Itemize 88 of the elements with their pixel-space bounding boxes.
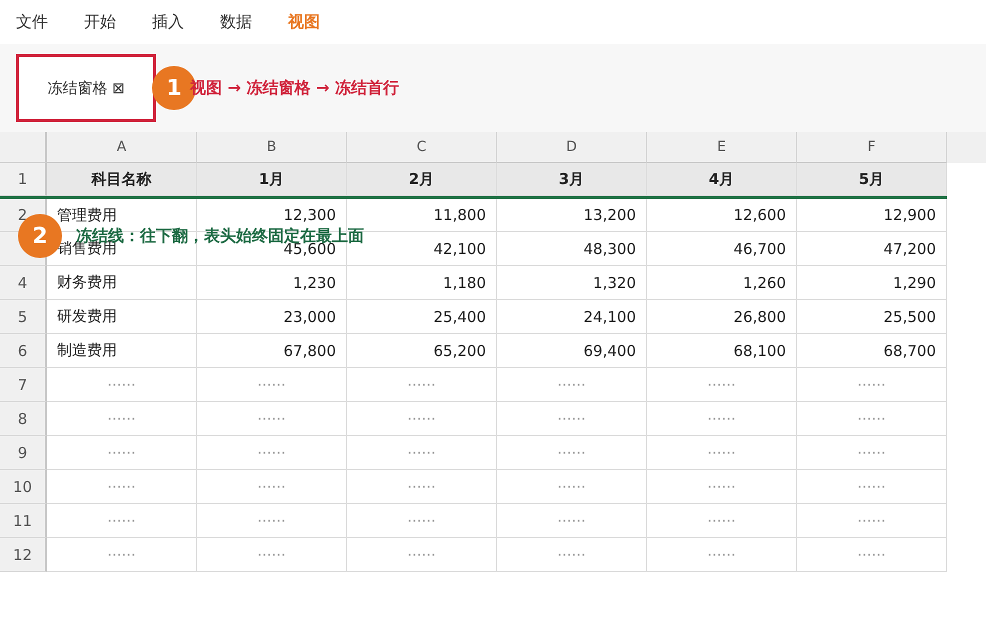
header-cell: 科目名称: [47, 163, 197, 196]
column-header[interactable]: B: [197, 132, 347, 163]
column-header[interactable]: D: [497, 132, 647, 163]
header-cell: 5月: [797, 163, 947, 196]
table-cell: ······: [347, 402, 497, 436]
table-cell: 26,800: [647, 300, 797, 334]
table-cell: 12,900: [797, 199, 947, 232]
table-cell: ······: [47, 368, 197, 402]
row-number[interactable]: 9: [0, 436, 47, 470]
table-cell: ······: [797, 368, 947, 402]
table-cell: ······: [197, 538, 347, 572]
table-cell: ······: [47, 470, 197, 504]
table-cell: ······: [497, 436, 647, 470]
table-cell: ······: [197, 368, 347, 402]
table-cell: 财务费用: [47, 266, 197, 300]
table-cell: 研发费用: [47, 300, 197, 334]
row-number[interactable]: 1: [0, 163, 47, 196]
table-cell: 1,320: [497, 266, 647, 300]
table-cell: ······: [347, 368, 497, 402]
row-number[interactable]: 5: [0, 300, 47, 334]
table-cell: ······: [797, 470, 947, 504]
table-cell: ······: [47, 504, 197, 538]
table-cell: 46,700: [647, 232, 797, 266]
table-cell: ······: [647, 538, 797, 572]
table-cell: ······: [647, 470, 797, 504]
table-cell: ······: [647, 504, 797, 538]
table-cell: 制造费用: [47, 334, 197, 368]
column-header[interactable]: E: [647, 132, 797, 163]
table-cell: ······: [197, 402, 347, 436]
table-cell: 12,600: [647, 199, 797, 232]
table-cell: 68,700: [797, 334, 947, 368]
header-cell: 4月: [647, 163, 797, 196]
table-cell: 67,800: [197, 334, 347, 368]
table-cell: ······: [797, 504, 947, 538]
table-cell: 23,000: [197, 300, 347, 334]
table-cell: ······: [497, 470, 647, 504]
row-number[interactable]: 10: [0, 470, 47, 504]
table-cell: 1,290: [797, 266, 947, 300]
table-cell: ······: [647, 402, 797, 436]
table-cell: 69,400: [497, 334, 647, 368]
table-cell: 65,200: [347, 334, 497, 368]
table-cell: ······: [647, 436, 797, 470]
row-number[interactable]: 12: [0, 538, 47, 572]
table-cell: 25,400: [347, 300, 497, 334]
freeze-panes-button[interactable]: 冻结窗格 ⊠: [16, 54, 156, 122]
table-cell: 47,200: [797, 232, 947, 266]
column-header[interactable]: C: [347, 132, 497, 163]
table-cell: 25,500: [797, 300, 947, 334]
row-number[interactable]: 8: [0, 402, 47, 436]
table-cell: ······: [497, 538, 647, 572]
table-cell: ······: [47, 538, 197, 572]
table-cell: ······: [497, 368, 647, 402]
table-cell: ······: [47, 436, 197, 470]
table-cell: 68,100: [647, 334, 797, 368]
table-cell: ······: [797, 436, 947, 470]
menu-tab[interactable]: 文件: [16, 12, 62, 32]
row-number[interactable]: 4: [0, 266, 47, 300]
table-cell: ······: [197, 436, 347, 470]
table-cell: ······: [197, 470, 347, 504]
row-number[interactable]: 6: [0, 334, 47, 368]
table-cell: 13,200: [497, 199, 647, 232]
column-header[interactable]: A: [47, 132, 197, 163]
table-cell: 48,300: [497, 232, 647, 266]
table-cell: ······: [197, 504, 347, 538]
table-cell: ······: [47, 402, 197, 436]
table-cell: ······: [497, 402, 647, 436]
table-cell: ······: [647, 368, 797, 402]
menu-tab[interactable]: 开始: [84, 12, 130, 32]
menu-tab[interactable]: 插入: [152, 12, 198, 32]
table-cell: ······: [797, 402, 947, 436]
table-cell: ······: [347, 504, 497, 538]
column-header[interactable]: F: [797, 132, 947, 163]
header-cell: 3月: [497, 163, 647, 196]
select-all-corner[interactable]: [0, 132, 47, 163]
row-number[interactable]: 11: [0, 504, 47, 538]
row-number[interactable]: 7: [0, 368, 47, 402]
header-cell: 2月: [347, 163, 497, 196]
table-cell: ······: [347, 470, 497, 504]
table-cell: ······: [497, 504, 647, 538]
table-cell: 24,100: [497, 300, 647, 334]
header-cell: 1月: [197, 163, 347, 196]
table-cell: 1,260: [647, 266, 797, 300]
table-cell: ······: [797, 538, 947, 572]
table-cell: 1,230: [197, 266, 347, 300]
table-cell: ······: [347, 538, 497, 572]
table-cell: ······: [347, 436, 497, 470]
table-cell: 1,180: [347, 266, 497, 300]
menu-tab[interactable]: 数据: [220, 12, 266, 32]
